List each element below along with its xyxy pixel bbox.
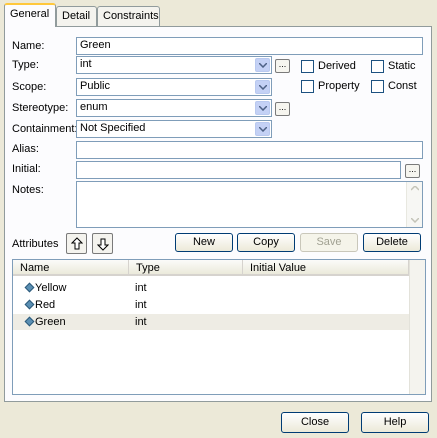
column-header-type-label: Type xyxy=(136,262,160,274)
new-button[interactable]: New xyxy=(175,233,233,252)
move-down-icon xyxy=(97,238,109,251)
attribute-icon xyxy=(24,316,35,327)
containment-combo[interactable]: Not Specified xyxy=(76,120,272,138)
attribute-icon xyxy=(24,282,35,293)
move-down-button[interactable] xyxy=(92,233,113,254)
scope-label: Scope: xyxy=(12,81,47,93)
scroll-down-icon[interactable] xyxy=(411,218,419,223)
list-item[interactable]: Green int xyxy=(13,314,409,330)
close-button[interactable]: Close xyxy=(281,412,349,433)
name-field[interactable]: Green xyxy=(76,37,423,55)
type-combo[interactable]: int xyxy=(76,56,272,74)
initial-label: Initial: xyxy=(12,163,41,175)
list-scrollbar[interactable] xyxy=(409,260,425,394)
containment-label: Containment: xyxy=(12,123,78,135)
type-value: int xyxy=(80,58,92,70)
attribute-name: Green xyxy=(35,316,66,328)
property-label: Property xyxy=(318,80,360,92)
derived-checkbox[interactable] xyxy=(301,60,314,73)
const-checkbox[interactable] xyxy=(371,80,384,93)
stereotype-combo[interactable]: enum xyxy=(76,99,272,117)
initial-browse-button[interactable]: ... xyxy=(405,164,420,178)
chevron-down-icon[interactable] xyxy=(255,80,270,94)
notes-field[interactable] xyxy=(76,181,423,228)
attribute-name: Red xyxy=(35,299,56,311)
containment-value: Not Specified xyxy=(80,122,146,134)
help-button[interactable]: Help xyxy=(361,412,429,433)
copy-button[interactable]: Copy xyxy=(237,233,295,252)
scope-value: Public xyxy=(80,80,110,92)
property-checkbox[interactable] xyxy=(301,80,314,93)
static-checkbox[interactable] xyxy=(371,60,384,73)
attribute-type: int xyxy=(135,316,147,328)
alias-field[interactable] xyxy=(76,141,423,159)
attributes-label: Attributes xyxy=(12,238,59,250)
column-header-initial-value[interactable]: Initial Value xyxy=(243,260,409,276)
column-header-name-label: Name xyxy=(20,262,50,274)
list-item[interactable]: Yellow int xyxy=(13,280,409,296)
stereotype-browse-button[interactable]: ... xyxy=(275,102,290,116)
static-label: Static xyxy=(388,60,416,72)
scope-combo[interactable]: Public xyxy=(76,78,272,96)
chevron-down-icon[interactable] xyxy=(255,101,270,115)
attribute-icon xyxy=(24,299,35,310)
attribute-type: int xyxy=(135,299,147,311)
list-item[interactable]: Red int xyxy=(13,297,409,313)
attribute-name: Yellow xyxy=(35,282,67,294)
const-label: Const xyxy=(388,80,417,92)
notes-label: Notes: xyxy=(12,184,44,196)
type-label: Type: xyxy=(12,59,39,71)
notes-scrollbar[interactable] xyxy=(406,182,422,227)
save-button[interactable]: Save xyxy=(300,233,358,252)
chevron-down-icon[interactable] xyxy=(255,122,270,136)
initial-field[interactable] xyxy=(76,161,401,179)
column-header-initial-value-label: Initial Value xyxy=(250,262,307,274)
alias-label: Alias: xyxy=(12,143,39,155)
scroll-up-icon[interactable] xyxy=(411,186,419,191)
chevron-down-icon[interactable] xyxy=(255,58,270,72)
column-header-type[interactable]: Type xyxy=(129,260,243,276)
derived-label: Derived xyxy=(318,60,356,72)
type-browse-button[interactable]: ... xyxy=(275,59,290,73)
stereotype-value: enum xyxy=(80,101,108,113)
attribute-type: int xyxy=(135,282,147,294)
move-up-button[interactable] xyxy=(66,233,87,254)
move-up-icon xyxy=(71,237,83,250)
attributes-list[interactable]: Name Type Initial Value Yellow int Red i… xyxy=(12,259,426,395)
column-header-name[interactable]: Name xyxy=(13,260,129,276)
stereotype-label: Stereotype: xyxy=(12,102,69,114)
name-label: Name: xyxy=(12,40,45,52)
delete-button[interactable]: Delete xyxy=(363,233,421,252)
